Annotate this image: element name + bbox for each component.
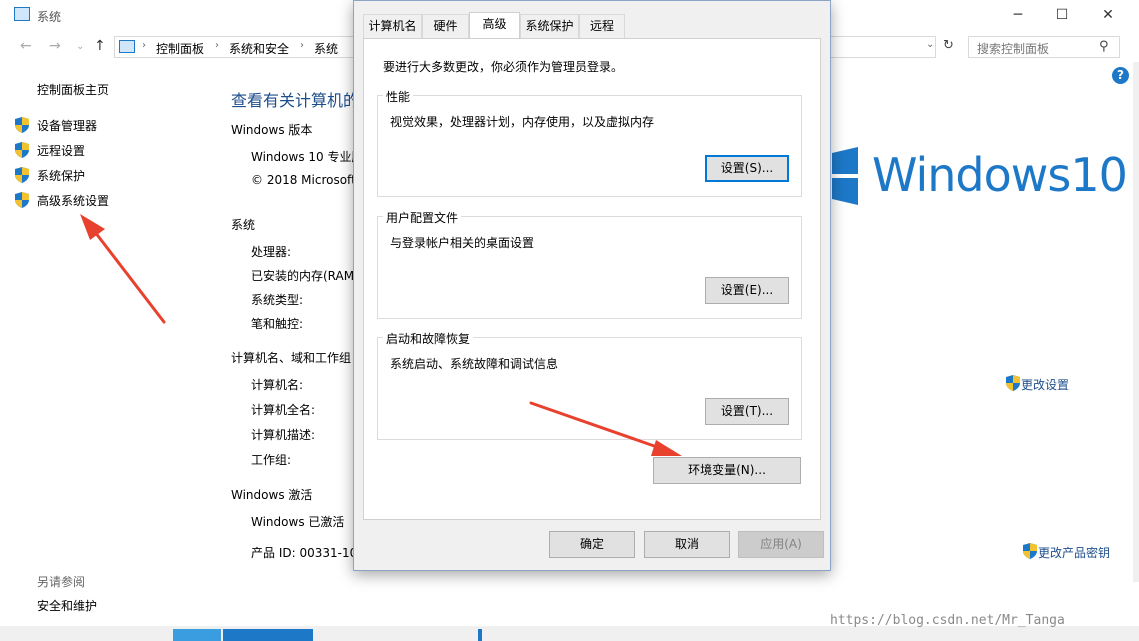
annotation-arrow-to-environment-variables: [529, 401, 682, 456]
annotation-arrow-to-advanced-settings: [80, 214, 166, 324]
annotation-arrows: [80, 214, 682, 456]
screen: 系统 ─ ☐ ✕ ← → ⌄ ↑ › 控制面板 › 系统和安全 › 系统 ⌄ ↻…: [0, 0, 1139, 641]
